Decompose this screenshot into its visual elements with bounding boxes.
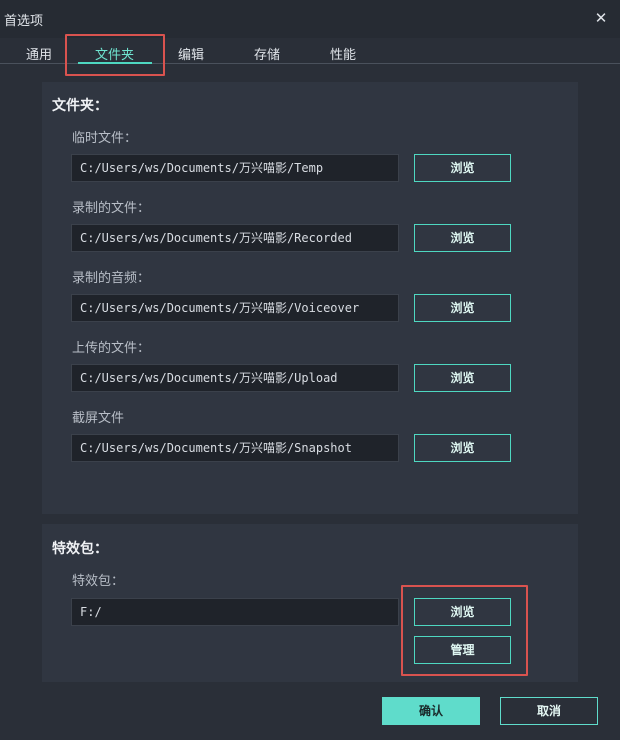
effects-browse-button[interactable]: 浏览 [414,598,511,626]
effects-path-input[interactable]: F:/ [71,598,399,626]
effects-manage-button[interactable]: 管理 [414,636,511,664]
snapshot-files-browse-button[interactable]: 浏览 [414,434,511,462]
window-title: 首选项 [4,14,44,29]
title-bar: 首选项 ✕ [0,0,620,38]
temp-files-browse-button[interactable]: 浏览 [414,154,511,182]
recorded-files-label: 录制的文件： [72,201,151,216]
recorded-files-path-input[interactable]: C:/Users/ws/Documents/万兴喵影/Recorded [71,224,399,252]
effects-section-title: 特效包： [52,541,108,557]
tab-folders[interactable]: 文件夹 [95,44,134,63]
uploaded-files-label: 上传的文件： [72,341,151,356]
folders-section-title: 文件夹： [52,98,108,114]
temp-files-label: 临时文件： [72,131,138,146]
uploaded-files-path-input[interactable]: C:/Users/ws/Documents/万兴喵影/Upload [71,364,399,392]
recorded-audio-path-input[interactable]: C:/Users/ws/Documents/万兴喵影/Voiceover [71,294,399,322]
uploaded-files-browse-button[interactable]: 浏览 [414,364,511,392]
tab-general[interactable]: 通用 [26,44,52,63]
snapshot-files-path-input[interactable]: C:/Users/ws/Documents/万兴喵影/Snapshot [71,434,399,462]
snapshot-files-label: 截屏文件 [72,411,125,426]
cancel-button[interactable]: 取消 [500,697,598,725]
temp-files-path-input[interactable]: C:/Users/ws/Documents/万兴喵影/Temp [71,154,399,182]
active-tab-underline [78,62,152,64]
recorded-audio-browse-button[interactable]: 浏览 [414,294,511,322]
tab-storage[interactable]: 存储 [254,44,280,63]
effects-label: 特效包： [72,574,125,589]
tab-performance[interactable]: 性能 [330,44,356,63]
tab-bar: 通用 文件夹 编辑 存储 性能 [0,38,620,64]
tab-edit[interactable]: 编辑 [178,44,204,63]
close-icon[interactable]: ✕ [592,9,610,27]
confirm-button[interactable]: 确认 [382,697,480,725]
recorded-files-browse-button[interactable]: 浏览 [414,224,511,252]
recorded-audio-label: 录制的音频： [72,271,151,286]
